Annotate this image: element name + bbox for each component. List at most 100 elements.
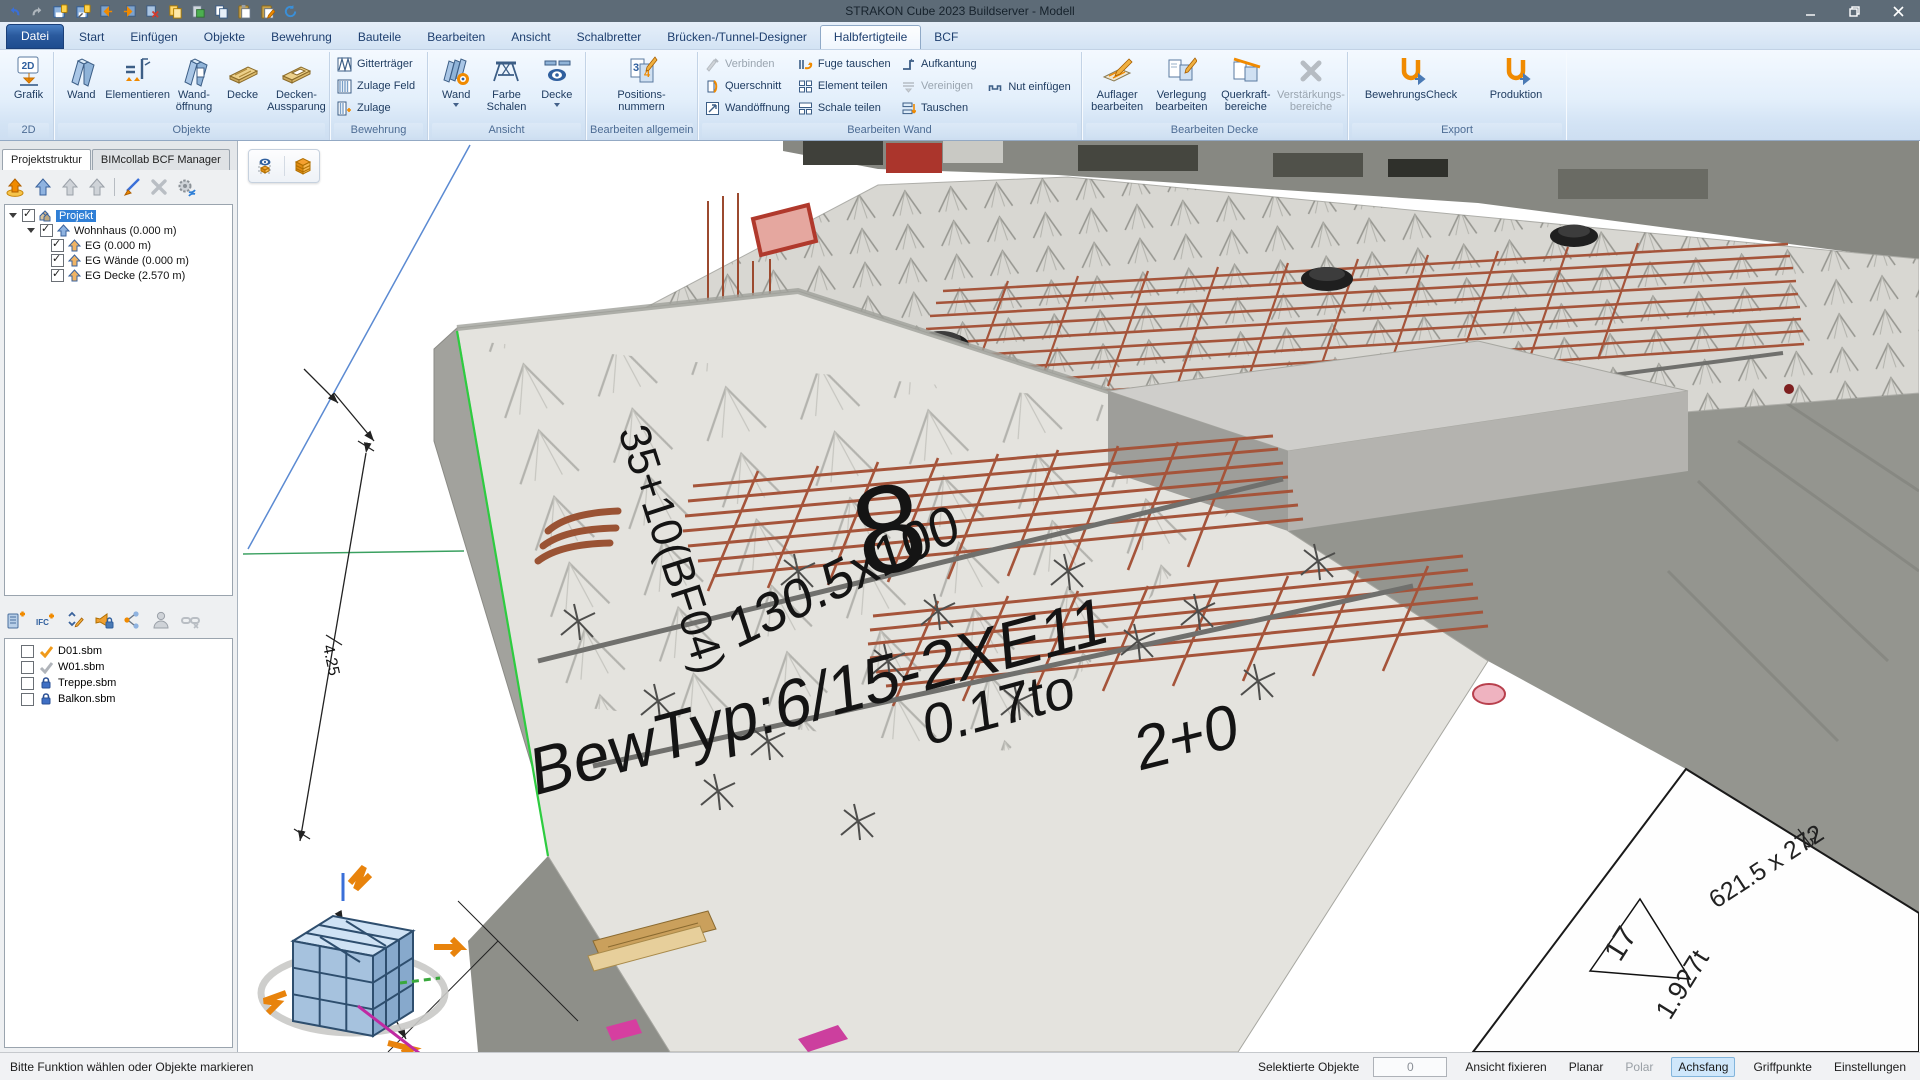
delete-x-icon[interactable] <box>149 177 169 197</box>
visibility-cube-icon[interactable] <box>256 156 276 176</box>
share-lock-icon[interactable] <box>122 610 143 631</box>
file-item-d01[interactable]: D01.sbm <box>7 643 230 659</box>
checkbox[interactable] <box>51 254 64 267</box>
level-up-icon[interactable] <box>33 177 53 197</box>
bewehrungscheck-button[interactable]: BewehrungsCheck <box>1355 52 1467 122</box>
settings-sync-icon[interactable] <box>176 177 196 197</box>
tab-bauteile[interactable]: Bauteile <box>345 26 414 49</box>
redo-icon[interactable] <box>29 3 46 20</box>
gittertraeger-button[interactable]: Gitterträger <box>337 54 415 74</box>
tree-item-eg-decke[interactable]: EG Decke (2.570 m) <box>7 268 230 283</box>
tab-datei[interactable]: Datei <box>6 24 64 49</box>
edit-brush-icon[interactable] <box>122 177 142 197</box>
file-item-treppe[interactable]: Treppe.sbm <box>7 675 230 691</box>
tab-bearbeiten[interactable]: Bearbeiten <box>414 26 498 49</box>
checkbox[interactable] <box>40 224 53 237</box>
tab-schalbretter[interactable]: Schalbretter <box>564 26 655 49</box>
checkbox[interactable] <box>22 209 35 222</box>
checkbox[interactable] <box>51 239 64 252</box>
auflager-bearbeiten-button[interactable]: Auflager bearbeiten <box>1085 52 1149 122</box>
nut-einfuegen-button[interactable]: Nut einfügen <box>988 77 1074 97</box>
decken-aussparung-button[interactable]: Decken- Aussparung <box>267 52 326 122</box>
undo-icon[interactable] <box>6 3 23 20</box>
tab-projektstruktur[interactable]: Projektstruktur <box>2 149 91 170</box>
einstellungen-button[interactable]: Einstellungen <box>1830 1057 1910 1077</box>
zulage-feld-button[interactable]: Zulage Feld <box>337 76 415 96</box>
ansicht-decke-button[interactable]: Decke <box>532 52 582 122</box>
clipboard-paste-icon[interactable] <box>236 3 253 20</box>
farbe-schalen-button[interactable]: Farbe Schalen <box>481 52 531 122</box>
collapse-icon[interactable] <box>9 213 17 218</box>
add-model-icon[interactable] <box>6 610 27 631</box>
tab-bimcollab-bcf-manager[interactable]: BIMcollab BCF Manager <box>92 149 230 170</box>
announce-lock-icon[interactable] <box>93 610 114 631</box>
minimize-button[interactable] <box>1788 0 1832 22</box>
add-ifc-icon[interactable]: IFC <box>35 610 56 631</box>
checkbox[interactable] <box>21 693 34 706</box>
file-item-w01[interactable]: W01.sbm <box>7 659 230 675</box>
delete-document-icon[interactable] <box>144 3 161 20</box>
tab-bcf[interactable]: BCF <box>921 26 971 49</box>
file-item-balkon[interactable]: Balkon.sbm <box>7 691 230 707</box>
wand-button[interactable]: Wand <box>57 52 106 122</box>
zulage-button[interactable]: Zulage <box>337 98 415 118</box>
tree-item-eg[interactable]: EG (0.000 m) <box>7 238 230 253</box>
tab-halbfertigteile[interactable]: Halbfertigteile <box>820 25 921 49</box>
tab-bewehrung[interactable]: Bewehrung <box>258 26 345 49</box>
checkbox[interactable] <box>21 677 34 690</box>
tauschen-button[interactable]: Tauschen <box>901 98 980 118</box>
model-viewport-3d[interactable]: 35+10(BF04) 8 130.5x100 BewTyp:6/15-2XE1… <box>238 141 1920 1052</box>
close-button[interactable] <box>1876 0 1920 22</box>
grafik-button[interactable]: 2D Grafik <box>7 52 50 122</box>
planar-toggle[interactable]: Planar <box>1565 1057 1608 1077</box>
querkraftbereiche-button[interactable]: Querkraft- bereiche <box>1214 52 1278 122</box>
checkbox[interactable] <box>51 269 64 282</box>
fuge-tauschen-button[interactable]: Fuge tauschen <box>798 54 893 74</box>
restore-button[interactable] <box>1832 0 1876 22</box>
wandoeffnung-small-button[interactable]: Wandöffnung <box>705 98 790 118</box>
level-up-gray-icon[interactable] <box>60 177 80 197</box>
copy-document-icon[interactable] <box>167 3 184 20</box>
verlegung-bearbeiten-button[interactable]: Verlegung bearbeiten <box>1149 52 1213 122</box>
tab-objekte[interactable]: Objekte <box>191 26 258 49</box>
nav-forward-icon[interactable] <box>121 3 138 20</box>
refresh-icon[interactable] <box>282 3 299 20</box>
produktion-button[interactable]: Produktion <box>1473 52 1559 122</box>
layers-cube-icon[interactable] <box>293 156 313 176</box>
achsfang-toggle[interactable]: Achsfang <box>1671 1057 1735 1077</box>
aufkantung-button[interactable]: Aufkantung <box>901 54 980 74</box>
navigation-cube[interactable] <box>261 867 460 1052</box>
unlink-icon[interactable] <box>180 610 201 631</box>
schale-teilen-button[interactable]: Schale teilen <box>798 98 893 118</box>
querschnitt-button[interactable]: Querschnitt <box>705 76 790 96</box>
collapse-icon[interactable] <box>27 228 35 233</box>
positionsnummern-button[interactable]: 3 4 Positions- nummern <box>598 52 686 122</box>
tree-item-eg-waende[interactable]: EG Wände (0.000 m) <box>7 253 230 268</box>
decke-button[interactable]: Decke <box>218 52 267 122</box>
tree-item-wohnhaus[interactable]: Wohnhaus (0.000 m) <box>7 223 230 238</box>
griffpunkte-toggle[interactable]: Griffpunkte <box>1749 1057 1815 1077</box>
elementieren-button[interactable]: Elementieren <box>106 52 170 122</box>
tab-start[interactable]: Start <box>66 26 117 49</box>
paste-image-icon[interactable] <box>190 3 207 20</box>
save-as-question-icon[interactable] <box>75 3 92 20</box>
checkbox[interactable] <box>21 645 34 658</box>
user-icon[interactable] <box>151 610 172 631</box>
element-teilen-button[interactable]: Element teilen <box>798 76 893 96</box>
replace-edit-icon[interactable] <box>64 610 85 631</box>
goto-project-icon[interactable] <box>6 177 26 197</box>
ansicht-fixieren-toggle[interactable]: Ansicht fixieren <box>1461 1057 1550 1077</box>
nav-back-icon[interactable] <box>98 3 115 20</box>
ansicht-wand-button[interactable]: Wand <box>431 52 481 122</box>
wandoeffnung-button[interactable]: Wand- öffnung <box>170 52 219 122</box>
checkbox[interactable] <box>21 661 34 674</box>
save-question-icon[interactable] <box>52 3 69 20</box>
tab-einfuegen[interactable]: Einfügen <box>117 26 190 49</box>
tab-ansicht[interactable]: Ansicht <box>498 26 563 49</box>
duplicate-document-icon[interactable] <box>213 3 230 20</box>
polar-toggle[interactable]: Polar <box>1621 1057 1657 1077</box>
tab-bruecken-tunnel-designer[interactable]: Brücken-/Tunnel-Designer <box>654 26 820 49</box>
clipboard-edit-icon[interactable] <box>259 3 276 20</box>
tree-item-projekt[interactable]: Projekt <box>7 208 230 223</box>
level-up-gray-icon[interactable] <box>87 177 107 197</box>
